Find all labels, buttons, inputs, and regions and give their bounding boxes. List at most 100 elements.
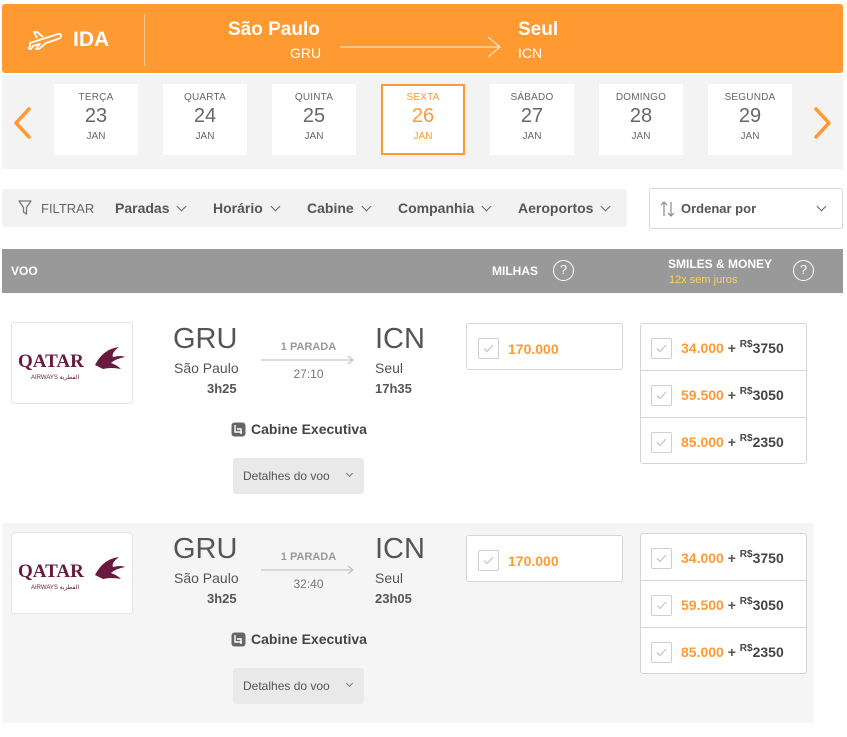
check-icon (656, 391, 667, 400)
date-fri-26-selected[interactable]: SEXTA 26 JAN (381, 84, 465, 155)
filter-airports-label: Aeroportos (518, 200, 594, 216)
check-icon (656, 601, 667, 610)
sm-miles: 59.500 (681, 387, 724, 403)
smiles-money-checkbox[interactable] (651, 548, 672, 569)
date-sat-27[interactable]: SÁBADO 27 JAN (490, 84, 574, 155)
chevron-down-icon (345, 679, 354, 688)
smiles-money-options: 34.000 + R$3750 59.500 + R$3050 85.000 +… (640, 533, 807, 674)
miles-column-header: MILHAS (492, 264, 538, 278)
origin-city: São Paulo (228, 19, 320, 40)
date-mon-29[interactable]: SEGUNDA 29 JAN (708, 84, 792, 155)
stops-count: 1 PARADA (280, 341, 337, 353)
flight-details-label: Detalhes do voo (243, 469, 330, 483)
miles-checkbox[interactable] (478, 338, 499, 359)
flight-details-button[interactable]: Detalhes do voo (233, 668, 364, 704)
check-icon (656, 554, 667, 563)
date-thu-25[interactable]: QUINTA 25 JAN (272, 84, 356, 155)
trip-header: IDA São Paulo GRU Seul ICN (2, 4, 843, 73)
sm-currency: R$ (739, 339, 753, 350)
miles-checkbox[interactable] (478, 550, 499, 571)
origin-airport-code: GRU (173, 533, 238, 565)
smiles-money-checkbox[interactable] (651, 642, 672, 663)
filter-cabin[interactable]: Cabine (307, 200, 372, 216)
filter-stops-label: Paradas (115, 200, 170, 216)
date-sun-28[interactable]: DOMINGO 28 JAN (599, 84, 683, 155)
chevron-down-icon (345, 469, 354, 478)
installments-note: 12x sem juros (669, 274, 738, 286)
destination-city: Seul (375, 360, 404, 376)
smiles-money-option[interactable]: 59.500 + R$3050 (641, 580, 806, 627)
destination-city: Seul (518, 19, 559, 40)
destination-city: Seul (375, 570, 404, 586)
previous-dates-arrow-icon[interactable] (12, 105, 32, 141)
check-icon (483, 556, 494, 565)
filter-bar: FILTRAR Paradas Horário Cabine Companhia… (2, 189, 627, 227)
smiles-money-checkbox[interactable] (651, 385, 672, 406)
sm-amount: 2350 (752, 434, 784, 450)
check-icon (656, 344, 667, 353)
filter-airports[interactable]: Aeroportos (518, 200, 611, 216)
sm-plus: + (727, 550, 736, 566)
sm-amount: 3050 (752, 597, 784, 613)
destination-airport-code: ICN (375, 323, 425, 355)
qatar-airways-logo: QATAR AIRWAYS القطرية (18, 347, 125, 381)
filter-airline[interactable]: Companhia (398, 200, 492, 216)
date-month: JAN (522, 131, 542, 142)
origin-airport-code: GRU (173, 323, 238, 355)
filter-time[interactable]: Horário (213, 200, 281, 216)
date-month: JAN (304, 131, 324, 142)
sm-amount: 3750 (752, 550, 784, 566)
airline-logo-subtext: AIRWAYS القطرية (31, 374, 80, 381)
smiles-money-checkbox[interactable] (651, 595, 672, 616)
sort-arrows-icon (660, 201, 675, 217)
airline-logo-subtext: AIRWAYS القطرية (31, 584, 80, 591)
date-weekday: DOMINGO (615, 92, 667, 103)
date-weekday: SÁBADO (510, 92, 554, 103)
smiles-money-checkbox[interactable] (651, 338, 672, 359)
filter-funnel-icon (18, 200, 32, 215)
header-divider (144, 14, 145, 66)
origin-city: São Paulo (174, 570, 239, 586)
date-day: 29 (738, 105, 762, 127)
smiles-money-column-header: SMILES & MONEY (668, 257, 773, 271)
date-day: 27 (520, 105, 544, 127)
filter-airline-label: Companhia (398, 200, 475, 216)
date-day: 23 (84, 105, 108, 127)
miles-option[interactable]: 170.000 (466, 535, 623, 582)
sm-miles: 85.000 (681, 434, 724, 450)
smiles-money-option[interactable]: 85.000 + R$2350 (641, 417, 806, 464)
miles-option[interactable]: 170.000 (466, 323, 623, 370)
flight-details-button[interactable]: Detalhes do voo (233, 458, 364, 494)
smiles-money-options: 34.000 + R$3750 59.500 + R$3050 85.000 +… (640, 323, 807, 464)
sort-dropdown[interactable]: Ordenar por (649, 188, 843, 229)
flight-arrow-icon (261, 355, 354, 365)
results-header: VOO MILHAS ? SMILES & MONEY 12x sem juro… (2, 249, 843, 293)
date-day: 24 (193, 105, 217, 127)
arrival-time: 17h35 (375, 381, 412, 396)
sort-label: Ordenar por (681, 201, 757, 216)
smiles-money-option[interactable]: 85.000 + R$2350 (641, 627, 806, 674)
origin-city: São Paulo (174, 360, 239, 376)
date-month: JAN (86, 131, 106, 142)
chevron-down-icon (816, 201, 827, 212)
filter-stops[interactable]: Paradas (115, 200, 187, 216)
chevron-down-icon (601, 201, 611, 212)
date-wed-24[interactable]: QUARTA 24 JAN (163, 84, 247, 155)
sm-miles: 59.500 (681, 597, 724, 613)
smiles-money-checkbox[interactable] (651, 432, 672, 453)
date-weekday: SEXTA (406, 92, 440, 103)
smiles-money-help-icon[interactable]: ? (793, 260, 814, 281)
date-tue-23[interactable]: TERÇA 23 JAN (54, 84, 138, 155)
smiles-money-option[interactable]: 34.000 + R$3750 (641, 324, 806, 371)
check-icon (483, 344, 494, 353)
smiles-money-option[interactable]: 34.000 + R$3750 (641, 534, 806, 581)
seat-icon (231, 422, 246, 437)
miles-help-icon[interactable]: ? (553, 260, 574, 281)
flight-result: QATAR AIRWAYS القطرية GRU São Paulo 3h25… (2, 313, 814, 513)
date-weekday: TERÇA (78, 92, 114, 103)
miles-price: 170.000 (508, 341, 559, 357)
smiles-money-option[interactable]: 59.500 + R$3050 (641, 370, 806, 417)
next-dates-arrow-icon[interactable] (813, 105, 833, 141)
sm-plus: + (727, 597, 736, 613)
sm-miles: 34.000 (681, 340, 724, 356)
